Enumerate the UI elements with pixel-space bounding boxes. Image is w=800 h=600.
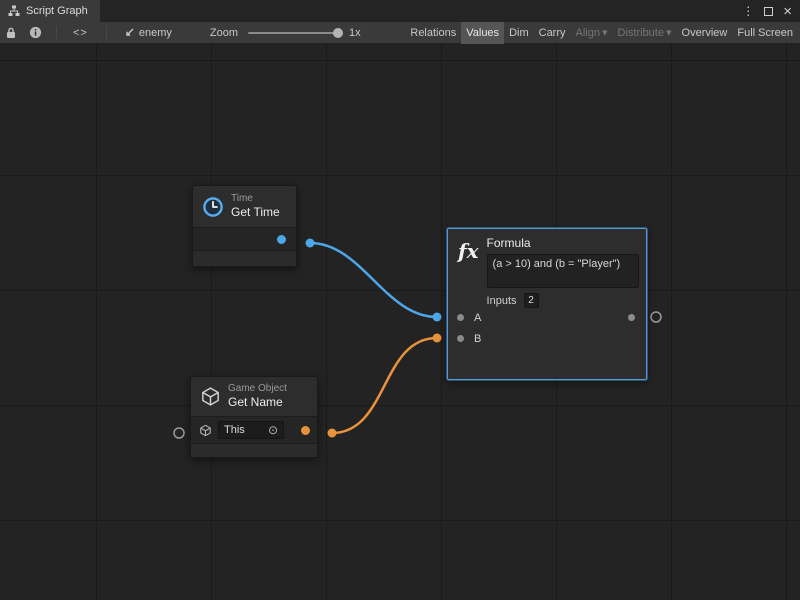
clock-icon — [202, 196, 224, 218]
get-name-category: Game Object — [228, 383, 287, 396]
get-time-port-row — [193, 228, 296, 251]
target-cube-icon — [199, 424, 212, 437]
script-graph-icon — [8, 5, 20, 17]
formula-inputs-label: Inputs — [487, 295, 517, 307]
formula-input-port-a[interactable] — [457, 314, 464, 321]
wire-endpoint-gettime-out[interactable] — [306, 239, 315, 248]
formula-title: Formula — [487, 237, 639, 250]
zoom-slider[interactable] — [248, 32, 340, 34]
formula-port-row-b: B — [448, 328, 646, 349]
object-picker-icon[interactable]: ⊙ — [268, 424, 278, 436]
get-name-output-port[interactable] — [301, 426, 310, 435]
wires-layer — [0, 44, 800, 600]
chevron-down-icon: ▾ — [666, 26, 672, 39]
formula-port-row-a: A — [448, 307, 646, 328]
get-time-header[interactable]: Time Get Time — [193, 186, 296, 228]
toolbar-divider — [56, 26, 57, 40]
get-name-header[interactable]: Game Object Get Name — [191, 377, 317, 417]
formula-inputs-count-field[interactable]: 2 — [524, 293, 539, 308]
toolbar-divider — [106, 26, 107, 40]
wire-getname-to-formula-b[interactable] — [332, 338, 437, 433]
get-name-target-value: This — [224, 424, 245, 436]
values-button[interactable]: Values — [461, 22, 504, 44]
get-name-footer — [191, 444, 317, 457]
distribute-button[interactable]: Distribute ▾ — [613, 22, 677, 44]
get-name-title: Get Name — [228, 395, 287, 410]
formula-ports: A B — [448, 307, 646, 349]
overview-button[interactable]: Overview — [677, 22, 733, 44]
graph-pointer-icon — [123, 27, 135, 39]
wire-endpoint-getname-out[interactable] — [328, 429, 337, 438]
graph-canvas[interactable]: Time Get Time fx Formula (a > 10) and (b… — [0, 44, 800, 600]
window-controls: ⋮ × — [742, 0, 800, 22]
formula-port-a-label: A — [474, 312, 481, 324]
window-menu-icon[interactable]: ⋮ — [742, 5, 754, 17]
get-name-port-row: This ⊙ — [191, 417, 317, 444]
getname-input-port-outer[interactable] — [174, 428, 184, 438]
get-name-target-dropdown[interactable]: This ⊙ — [218, 421, 284, 439]
formula-fx-icon: fx — [458, 237, 479, 308]
tab-script-graph[interactable]: Script Graph — [0, 0, 100, 22]
formula-header[interactable]: fx Formula (a > 10) and (b = "Player") I… — [448, 229, 646, 308]
tab-title: Script Graph — [26, 5, 88, 17]
carry-button[interactable]: Carry — [534, 22, 571, 44]
get-time-category: Time — [231, 193, 280, 206]
formula-port-b-label: B — [474, 333, 481, 345]
relations-button[interactable]: Relations — [405, 22, 461, 44]
info-icon[interactable] — [29, 22, 42, 44]
wire-endpoint-formula-a[interactable] — [433, 313, 442, 322]
formula-expression-field[interactable]: (a > 10) and (b = "Player") — [487, 254, 639, 288]
get-time-output-port[interactable] — [277, 235, 286, 244]
formula-output-port-outer[interactable] — [651, 312, 661, 322]
zoom-slider-knob[interactable] — [333, 28, 343, 38]
wire-endpoint-formula-b[interactable] — [433, 334, 442, 343]
maximize-icon[interactable] — [764, 7, 773, 16]
game-object-cube-icon — [200, 386, 221, 407]
node-get-name[interactable]: Game Object Get Name This ⊙ — [190, 376, 318, 458]
formula-output-port-inner[interactable] — [628, 314, 635, 321]
lock-icon[interactable] — [5, 22, 17, 44]
zoom-label: Zoom — [210, 27, 238, 39]
zoom-control: Zoom 1x — [210, 27, 361, 39]
zoom-value: 1x — [349, 27, 361, 39]
wire-gettime-to-formula-a[interactable] — [310, 243, 437, 317]
dim-button[interactable]: Dim — [504, 22, 534, 44]
get-time-title: Get Time — [231, 205, 280, 220]
fullscreen-button[interactable]: Full Screen — [732, 22, 798, 44]
close-icon[interactable]: × — [783, 4, 792, 19]
align-button[interactable]: Align ▾ — [571, 22, 613, 44]
code-view-icon[interactable]: <> — [73, 22, 88, 44]
chevron-down-icon: ▾ — [602, 26, 608, 39]
graph-name: enemy — [139, 27, 172, 39]
toolbar-buttons: Relations Values Dim Carry Align ▾ Distr… — [405, 22, 800, 44]
formula-input-port-b[interactable] — [457, 335, 464, 342]
graph-breadcrumb[interactable]: enemy — [123, 27, 172, 39]
graph-toolbar: <> enemy Zoom 1x Relations Values Dim Ca… — [0, 22, 800, 44]
get-time-footer — [193, 251, 296, 265]
node-formula[interactable]: fx Formula (a > 10) and (b = "Player") I… — [447, 228, 647, 380]
titlebar: Script Graph ⋮ × — [0, 0, 800, 22]
node-get-time[interactable]: Time Get Time — [192, 185, 297, 267]
